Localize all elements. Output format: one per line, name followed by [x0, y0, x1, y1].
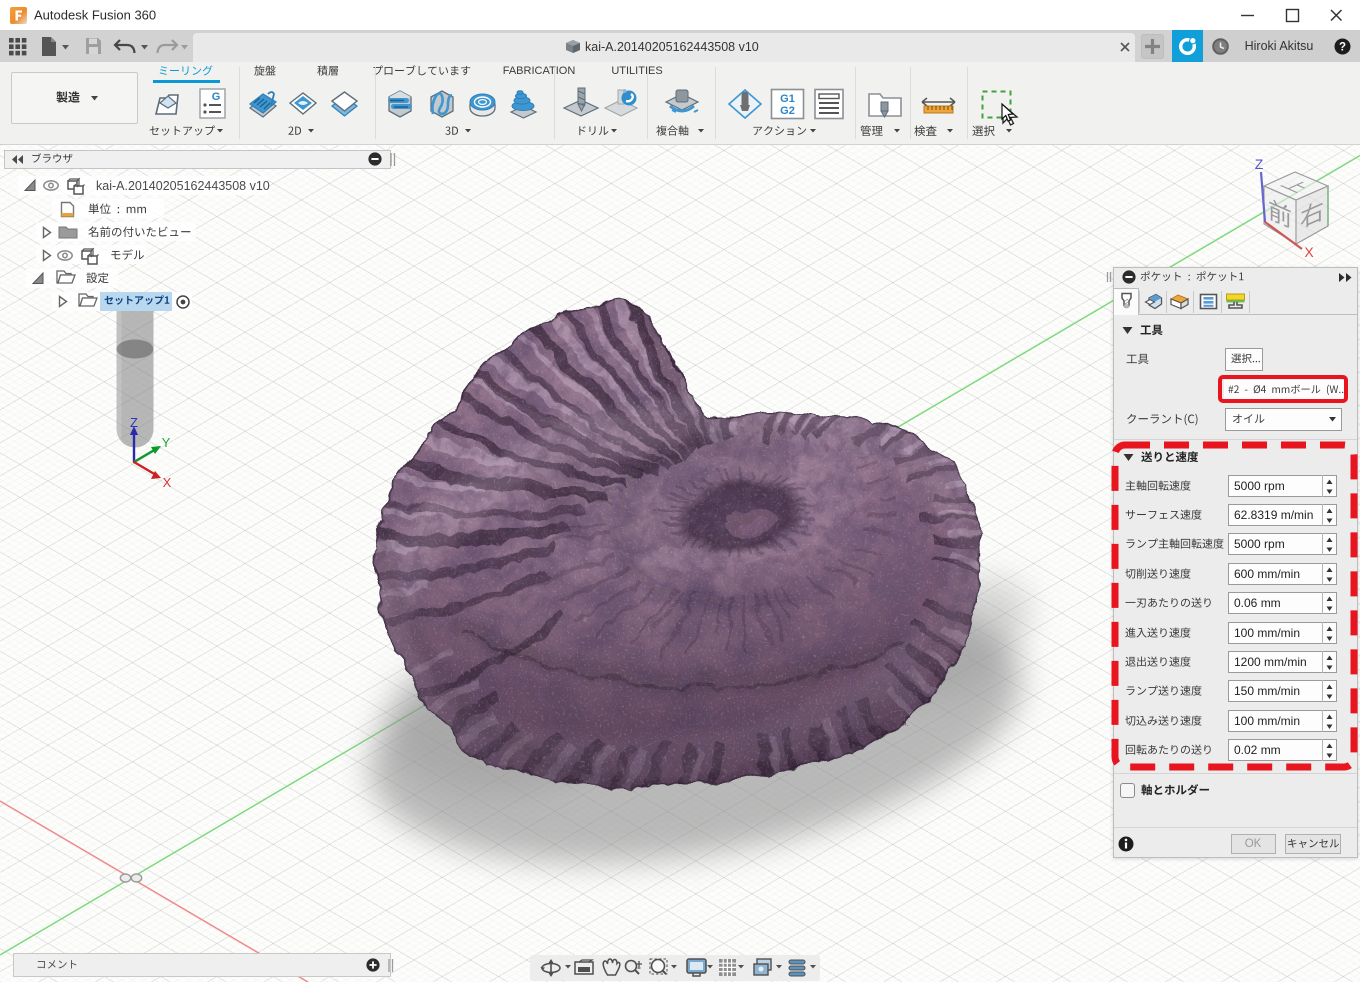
svg-text:G: G	[212, 91, 221, 103]
svg-text:Z: Z	[130, 415, 138, 430]
svg-text:Z: Z	[1255, 156, 1264, 172]
svg-text:G1: G1	[780, 93, 795, 105]
svg-text:Y: Y	[162, 435, 171, 450]
svg-text:X: X	[1304, 244, 1314, 260]
svg-text:?: ?	[1339, 42, 1346, 54]
svg-text:X: X	[163, 475, 172, 490]
svg-text:G2: G2	[780, 105, 795, 117]
